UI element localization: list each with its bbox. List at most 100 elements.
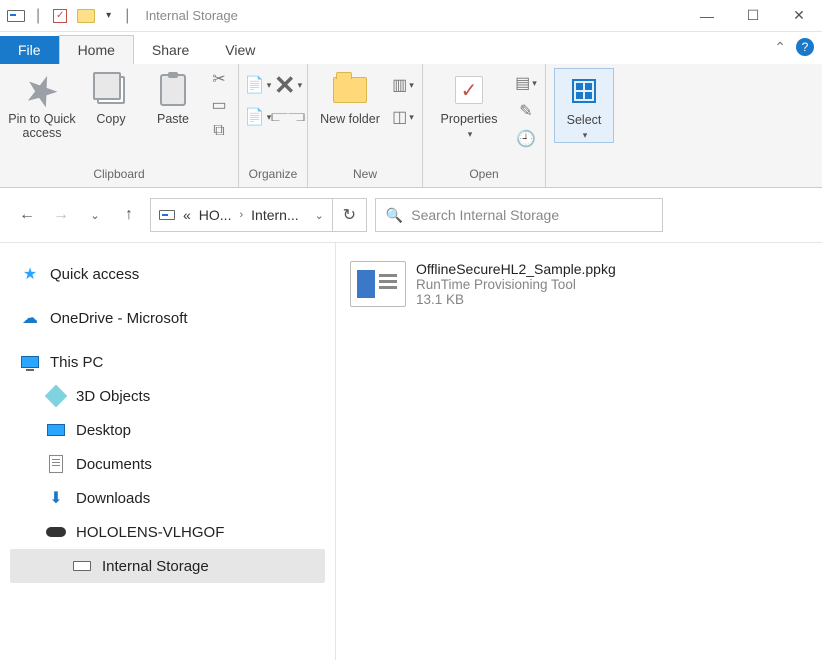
search-box[interactable]: 🔍 Search Internal Storage: [375, 198, 663, 232]
new-folder-label: New folder: [320, 112, 380, 126]
paste-button[interactable]: Paste: [146, 68, 200, 126]
properties-button[interactable]: ✓ Properties▾: [431, 68, 507, 141]
nav-desktop[interactable]: Desktop: [10, 413, 325, 447]
nav-3d-objects-label: 3D Objects: [76, 388, 150, 405]
tab-view[interactable]: View: [207, 36, 273, 64]
pin-to-quick-access-button[interactable]: Pin to Quick access: [8, 68, 76, 141]
nav-documents[interactable]: Documents: [10, 447, 325, 481]
edit-icon[interactable]: ✎: [515, 100, 537, 122]
nav-quick-access[interactable]: ★ Quick access: [10, 257, 325, 291]
address-drive-icon: [159, 210, 175, 220]
move-to-icon[interactable]: 📄▾: [247, 74, 269, 96]
clipboard-small-buttons: ✂ ▭ ⧉: [208, 68, 230, 142]
navigation-pane: ★ Quick access ☁ OneDrive - Microsoft Th…: [0, 243, 336, 660]
rename-icon[interactable]: ⫍⫎: [277, 106, 299, 128]
pin-icon: [24, 72, 60, 108]
paste-shortcut-icon[interactable]: ⧉: [208, 120, 230, 142]
close-button[interactable]: ✕: [776, 0, 822, 32]
properties-icon: ✓: [451, 72, 487, 108]
address-bar[interactable]: « HO... › Intern... ⌄: [150, 198, 333, 232]
delete-icon[interactable]: ✕▾: [277, 74, 299, 96]
copy-path-icon[interactable]: ▭: [208, 94, 230, 116]
ribbon-right: ⌃ ?: [774, 38, 814, 56]
address-dropdown-icon[interactable]: ⌄: [315, 209, 324, 222]
file-type: RunTime Provisioning Tool: [416, 277, 616, 292]
copy-icon: [93, 72, 129, 108]
drive-small-icon: [72, 556, 92, 576]
desktop-icon: [46, 420, 66, 440]
cloud-icon: ☁: [20, 308, 40, 328]
title-bar: | ✓ ▾ | Internal Storage — ☐ ✕: [0, 0, 822, 32]
file-item[interactable]: OfflineSecureHL2_Sample.ppkg RunTime Pro…: [350, 261, 808, 307]
group-new: New folder ▥▾ ◫▾ New: [308, 64, 423, 187]
group-clipboard: Pin to Quick access Copy Paste ✂ ▭ ⧉ Cli…: [0, 64, 239, 187]
back-button[interactable]: ←: [14, 202, 40, 228]
search-placeholder: Search Internal Storage: [411, 207, 559, 223]
checkbox-icon[interactable]: ✓: [50, 6, 70, 26]
select-icon: [566, 73, 602, 109]
separator: |: [125, 7, 129, 25]
quick-access-toolbar: | ✓ ▾ |: [0, 6, 139, 26]
folder-icon: [76, 6, 96, 26]
file-size: 13.1 KB: [416, 292, 616, 307]
group-clipboard-label: Clipboard: [8, 163, 230, 187]
file-info: OfflineSecureHL2_Sample.ppkg RunTime Pro…: [416, 261, 616, 307]
tab-file[interactable]: File: [0, 36, 59, 64]
group-open: ✓ Properties▾ ▤▾ ✎ 🕘 Open: [423, 64, 546, 187]
help-icon[interactable]: ?: [796, 38, 814, 56]
collapse-ribbon-icon[interactable]: ⌃: [774, 39, 786, 56]
copy-to-icon[interactable]: 📄▾: [247, 106, 269, 128]
copy-label: Copy: [96, 112, 125, 126]
file-name: OfflineSecureHL2_Sample.ppkg: [416, 261, 616, 277]
nav-downloads-label: Downloads: [76, 490, 150, 507]
open-icon[interactable]: ▤▾: [515, 72, 537, 94]
minimize-button[interactable]: —: [684, 0, 730, 32]
new-folder-button[interactable]: New folder: [316, 68, 384, 126]
address-seg-2[interactable]: Intern...: [251, 207, 298, 223]
paste-label: Paste: [157, 112, 189, 126]
nav-this-pc[interactable]: This PC: [10, 345, 325, 379]
properties-text: Properties: [441, 112, 498, 126]
new-folder-icon: [332, 72, 368, 108]
chevron-right-icon[interactable]: ›: [239, 209, 243, 221]
content-pane[interactable]: OfflineSecureHL2_Sample.ppkg RunTime Pro…: [336, 243, 822, 660]
nav-onedrive[interactable]: ☁ OneDrive - Microsoft: [10, 301, 325, 335]
tab-share[interactable]: Share: [134, 36, 207, 64]
group-open-label: Open: [431, 163, 537, 187]
new-item-icon[interactable]: ▥▾: [392, 74, 414, 96]
nav-3d-objects[interactable]: 3D Objects: [10, 379, 325, 413]
nav-onedrive-label: OneDrive - Microsoft: [50, 310, 188, 327]
window-title: Internal Storage: [145, 8, 238, 23]
nav-internal-storage-label: Internal Storage: [102, 558, 209, 575]
maximize-button[interactable]: ☐: [730, 0, 776, 32]
select-label: Select▾: [567, 113, 602, 142]
nav-quick-access-label: Quick access: [50, 266, 139, 283]
address-seg-1[interactable]: HO...: [199, 207, 232, 223]
address-prefix: «: [183, 207, 191, 223]
qat-dropdown-icon[interactable]: ▾: [106, 10, 111, 21]
easy-access-icon[interactable]: ◫▾: [392, 106, 414, 128]
explorer-body: ★ Quick access ☁ OneDrive - Microsoft Th…: [0, 243, 822, 660]
nav-downloads[interactable]: ⬇ Downloads: [10, 481, 325, 515]
drive-icon: [6, 6, 26, 26]
history-icon[interactable]: 🕘: [515, 128, 537, 150]
paste-icon: [155, 72, 191, 108]
cut-icon[interactable]: ✂: [208, 68, 230, 90]
group-select: Select▾: [546, 64, 622, 187]
nav-internal-storage[interactable]: Internal Storage: [10, 549, 325, 583]
properties-label: Properties▾: [441, 112, 498, 141]
forward-button[interactable]: →: [48, 202, 74, 228]
tab-home[interactable]: Home: [59, 35, 134, 64]
nav-desktop-label: Desktop: [76, 422, 131, 439]
hololens-icon: [46, 522, 66, 542]
copy-button[interactable]: Copy: [84, 68, 138, 126]
recent-locations-button[interactable]: ⌄: [82, 202, 108, 228]
document-icon: [46, 454, 66, 474]
nav-hololens[interactable]: HOLOLENS-VLHGOF: [10, 515, 325, 549]
search-icon: 🔍: [386, 207, 403, 224]
refresh-button[interactable]: ↻: [333, 198, 367, 232]
up-button[interactable]: ↑: [116, 202, 142, 228]
ppkg-file-icon: [350, 261, 406, 307]
select-button[interactable]: Select▾: [554, 68, 614, 143]
group-organize-label: Organize: [247, 163, 299, 187]
